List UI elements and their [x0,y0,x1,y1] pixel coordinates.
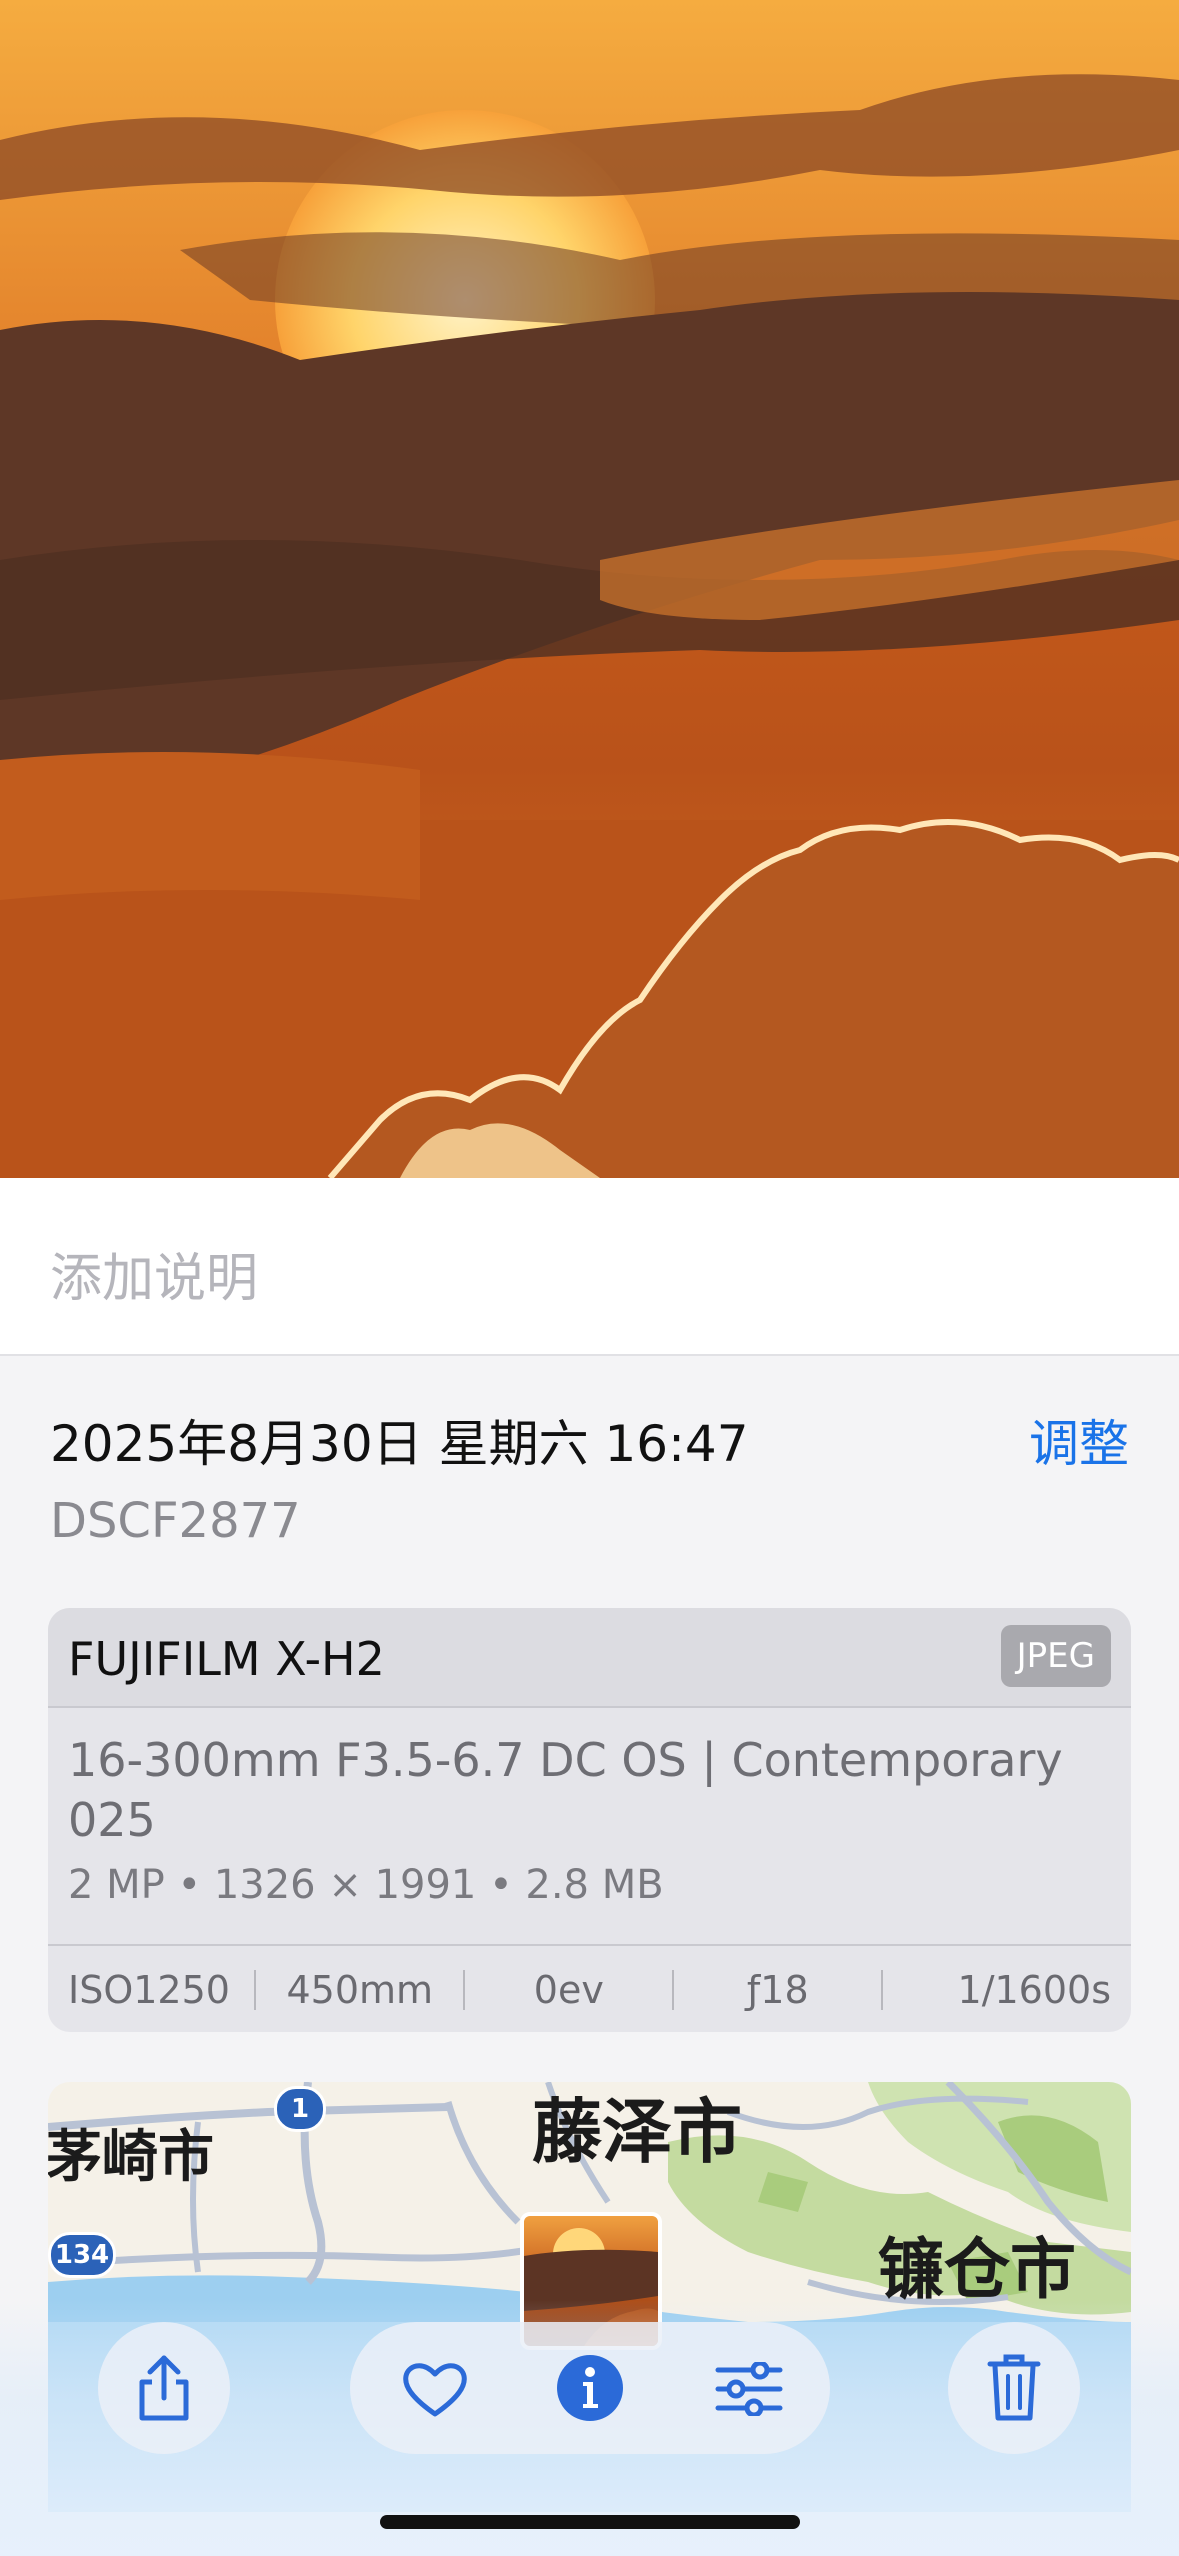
format-badge: JPEG [1000,1625,1111,1687]
caption-field[interactable]: 添加说明 [0,1178,1179,1356]
focal-length-value: 450mm [286,1968,434,2012]
map-label-kamakura: 镰仓市 [878,2231,1076,2308]
sunset-photo [0,0,1179,1178]
aperture-value: ƒ18 [746,1968,809,2012]
share-button[interactable] [98,2322,230,2454]
route-badge-1: 1 [274,2086,326,2132]
info-icon[interactable] [556,2354,624,2422]
adjust-icon[interactable] [714,2362,784,2416]
adjust-date-button[interactable]: 调整 [1029,1404,1129,1476]
map-label-fujisawa: 藤泽市 [532,2091,742,2173]
photo-viewer[interactable] [0,0,1179,1178]
action-group [350,2322,830,2454]
route-badge-134: 134 [48,2232,116,2278]
exif-settings-bar: ISO1250 450mm 0ev ƒ18 1/1600s [48,1944,1131,2032]
share-icon [139,2355,189,2421]
heart-icon[interactable] [402,2360,468,2418]
delete-button[interactable] [948,2322,1080,2454]
capture-date: 2025年8月30日 星期六 16:47 [50,1415,749,1473]
file-name: DSCF2877 [50,1493,301,1549]
trash-icon [987,2354,1041,2421]
shutter-speed-value: 1/1600s [957,1968,1111,2012]
exif-card: FUJIFILM X-H2 JPEG 16-300mm F3.5-6.7 DC … [48,1608,1131,2032]
home-indicator[interactable] [380,2515,800,2529]
map-label-chigasaki: 茅崎市 [48,2125,214,2190]
exposure-comp-value: 0ev [533,1968,604,2012]
iso-value: ISO1250 [68,1968,230,2012]
exif-header: FUJIFILM X-H2 JPEG [48,1608,1131,1708]
image-specs: 2 MP • 1326 × 1991 • 2.8 MB [68,1862,664,1908]
lens-name: 16-300mm F3.5-6.7 DC OS | Contemporary 0… [68,1733,1063,1847]
caption-placeholder: 添加说明 [50,1249,259,1309]
camera-name: FUJIFILM X-H2 [68,1632,385,1686]
